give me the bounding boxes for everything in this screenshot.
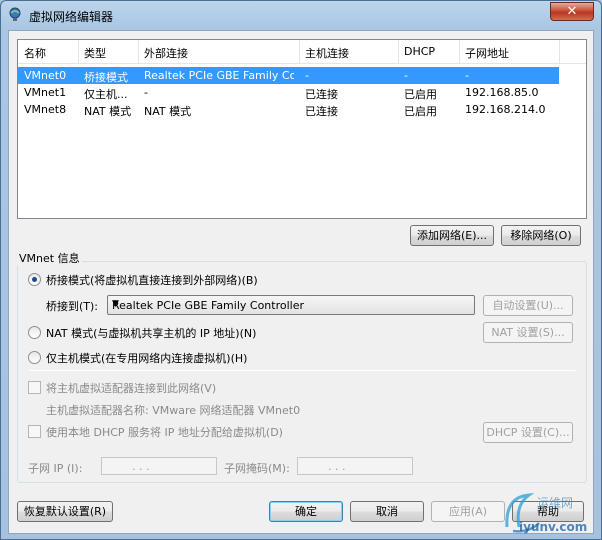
cell-external: NAT 模式 [144,105,192,118]
cell-dhcp: 已启用 [404,88,437,101]
subnet-ip-label: 子网 IP (I): [28,462,83,475]
table-row-vmnet8[interactable]: VMnet8 NAT 模式 NAT 模式 已连接 已启用 192.168.214… [18,101,559,118]
dhcp-settings-button[interactable]: DHCP 设置(C)... [483,422,573,443]
list-header: 名称 类型 外部连接 主机连接 DHCP 子网地址 [18,40,586,64]
cell-subnet: - [465,69,469,82]
column-separator [559,40,560,64]
column-separator [398,40,399,64]
column-header-host[interactable]: 主机连接 [305,45,349,61]
cell-host: 已连接 [305,105,338,118]
column-separator [138,40,139,64]
cancel-button[interactable]: 取消 [350,501,424,522]
subnet-ip-dots: . . . [132,460,150,473]
vmnet-info-title: VMnet 信息 [17,250,82,266]
bridged-mode-label[interactable]: 桥接模式(将虚拟机直接连接到外部网络)(B) [46,272,258,288]
column-header-type[interactable]: 类型 [84,45,136,61]
cell-host: - [305,69,309,82]
adapter-name-label: 主机虚拟适配器名称: VMware 网络适配器 VMnet0 [46,404,301,417]
chevron-down-icon: ▼ [112,299,119,309]
cell-type: 桥接模式 [84,71,128,84]
cell-type: NAT 模式 [84,105,132,118]
cell-name: VMnet1 [24,86,67,99]
nat-mode-radio[interactable] [28,326,41,339]
ok-button[interactable]: 确定 [269,501,343,522]
subnet-mask-label: 子网掩码(M): [224,462,290,475]
watermark-text-2: iyunv.com [519,520,587,534]
network-list[interactable]: 名称 类型 外部连接 主机连接 DHCP 子网地址 VMnet0 桥接模式 Re… [17,39,587,219]
cell-external: Realtek PCIe GBE Family Co... [144,69,294,82]
watermark-text-1: 运维网 [537,496,573,510]
nat-mode-label[interactable]: NAT 模式(与虚拟机共享主机的 IP 地址)(N) [46,325,256,341]
network-globe-icon [9,7,21,21]
auto-settings-button[interactable]: 自动设置(U)... [483,295,573,316]
window-title: 虚拟网络编辑器 [29,10,114,24]
column-header-name[interactable]: 名称 [24,45,46,61]
cell-subnet: 192.168.214.0 [465,103,546,116]
cell-dhcp: 已启用 [404,105,437,118]
column-header-subnet[interactable]: 子网地址 [465,45,509,61]
table-row-vmnet1[interactable]: VMnet1 仅主机... - 已连接 已启用 192.168.85.0 [18,84,559,101]
watermark-logo: 运维网 iyunv.com [499,487,599,537]
host-only-mode-label[interactable]: 仅主机模式(在专用网络内连接虚拟机)(H) [46,350,247,366]
apply-button[interactable]: 应用(A) [431,501,505,522]
cell-dhcp: - [404,69,408,82]
cell-type: 仅主机... [84,88,128,101]
group-divider [29,370,575,371]
connect-adapter-label[interactable]: 将主机虚拟适配器连接到此网络(V) [46,380,216,396]
cell-external: - [144,86,148,99]
subnet-mask-dots: . . . [328,460,346,473]
virtual-network-editor-window: 虚拟网络编辑器 ✕ 名称 类型 外部连接 主机连接 DHCP 子网地址 VMne… [0,0,602,540]
table-row-vmnet0[interactable]: VMnet0 桥接模式 Realtek PCIe GBE Family Co..… [18,67,559,84]
cell-host: 已连接 [305,88,338,101]
column-header-dhcp[interactable]: DHCP [404,45,435,58]
bridged-mode-radio[interactable] [28,273,41,286]
cell-subnet: 192.168.85.0 [465,86,539,99]
add-network-button[interactable]: 添加网络(E)... [410,225,494,246]
title-bar[interactable]: 虚拟网络编辑器 ✕ [1,1,601,29]
column-separator [78,40,79,64]
swirl-logo-icon: 运维网 iyunv.com [505,493,587,534]
cell-name: VMnet0 [24,69,67,82]
use-dhcp-label[interactable]: 使用本地 DHCP 服务将 IP 地址分配给虚拟机(D) [46,424,283,440]
connect-adapter-checkbox[interactable] [28,381,41,394]
bridged-to-select[interactable]: Realtek PCIe GBE Family Controller ▼ [107,295,475,315]
use-dhcp-checkbox[interactable] [28,425,41,438]
host-only-mode-radio[interactable] [28,351,41,364]
column-separator [459,40,460,64]
subnet-ip-input[interactable]: . . . [101,457,217,475]
column-separator [299,40,300,64]
cell-name: VMnet8 [24,103,67,116]
close-button[interactable]: ✕ [550,2,594,21]
restore-defaults-button[interactable]: 恢复默认设置(R) [17,501,113,522]
column-header-external[interactable]: 外部连接 [144,45,294,61]
dialog-client-area: 名称 类型 外部连接 主机连接 DHCP 子网地址 VMnet0 桥接模式 Re… [8,30,594,534]
bridged-to-label: 桥接到(T): [46,300,99,313]
nat-settings-button[interactable]: NAT 设置(S)... [483,322,573,343]
subnet-mask-input[interactable]: . . . [297,457,413,475]
remove-network-button[interactable]: 移除网络(O) [501,225,581,246]
